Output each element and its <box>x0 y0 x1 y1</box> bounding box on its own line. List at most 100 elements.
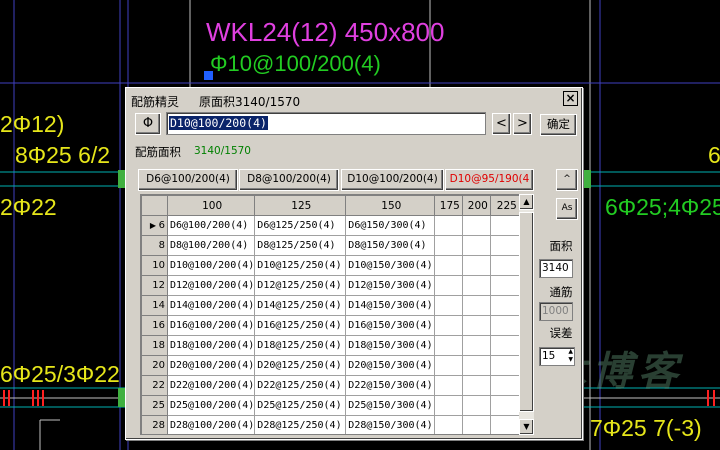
grid-cell[interactable]: D18@150/300(4) <box>345 335 436 356</box>
table-row[interactable]: 25 D25@100/200(4) D25@125/250(4) D25@150/30… <box>141 395 522 416</box>
grid-cell[interactable]: D14@125/250(4) <box>254 295 347 316</box>
grid-vertical-scrollbar[interactable]: ▲ ▼ <box>519 194 534 435</box>
grid-cell[interactable] <box>434 295 464 316</box>
grid-cell[interactable] <box>490 315 522 336</box>
row-header[interactable]: 8 <box>141 235 168 256</box>
grid-cell[interactable] <box>462 255 492 276</box>
grid-cell[interactable] <box>490 275 522 296</box>
grid-cell[interactable]: D8@125/250(4) <box>254 235 347 256</box>
grid-cell[interactable] <box>462 295 492 316</box>
row-header[interactable]: 12 <box>141 275 168 296</box>
grid-cell[interactable]: D16@100/200(4) <box>166 315 256 336</box>
close-button[interactable]: × <box>563 91 578 106</box>
row-header[interactable]: 14 <box>141 295 168 316</box>
grid-cell[interactable]: D8@100/200(4) <box>166 235 256 256</box>
table-row[interactable]: 12 D12@100/200(4) D12@125/250(4) D12@150/30… <box>141 275 522 296</box>
grid-cell[interactable] <box>462 275 492 296</box>
scrollbar-thumb[interactable] <box>519 212 534 412</box>
grid-column-header[interactable]: 100 <box>166 195 256 216</box>
table-row[interactable]: 10 D10@100/200(4) D10@125/250(4) D10@150/30… <box>141 255 522 276</box>
table-row[interactable]: 28 D28@100/200(4) D28@125/250(4) D28@150/30… <box>141 415 522 434</box>
grid-cell[interactable]: D20@100/200(4) <box>166 355 256 376</box>
grid-cell[interactable]: D6@150/300(4) <box>345 215 436 236</box>
grid-cell[interactable] <box>462 355 492 376</box>
grid-cell[interactable] <box>462 235 492 256</box>
grid-column-header[interactable]: 225 <box>490 195 522 216</box>
grid-cell[interactable] <box>490 255 522 276</box>
tolerance-stepper[interactable]: 15 ▲ ▼ <box>539 347 575 366</box>
grid-cell[interactable] <box>434 255 464 276</box>
grid-cell[interactable] <box>434 215 464 236</box>
grid-column-header[interactable]: 150 <box>345 195 436 216</box>
grid-cell[interactable] <box>490 215 522 236</box>
row-header[interactable]: 28 <box>141 415 168 434</box>
grid-cell[interactable] <box>434 415 464 434</box>
grid-cell[interactable] <box>490 235 522 256</box>
grid-cell[interactable]: D22@150/300(4) <box>345 375 436 396</box>
rebar-symbol-button[interactable]: Φ <box>135 113 161 135</box>
grid-cell[interactable]: D25@125/250(4) <box>254 395 347 416</box>
scroll-down-arrow-icon[interactable]: ▼ <box>519 419 534 435</box>
grid-cell[interactable]: D25@150/300(4) <box>345 395 436 416</box>
grid-cell[interactable]: D28@150/300(4) <box>345 415 436 434</box>
grid-cell[interactable]: D10@150/300(4) <box>345 255 436 276</box>
grid-cell[interactable] <box>462 335 492 356</box>
table-row[interactable]: 14 D14@100/200(4) D14@125/250(4) D14@150/30… <box>141 295 522 316</box>
table-row[interactable]: 18 D18@100/200(4) D18@125/250(4) D18@150/30… <box>141 335 522 356</box>
grid-cell[interactable]: D20@150/300(4) <box>345 355 436 376</box>
grid-cell[interactable]: D18@125/250(4) <box>254 335 347 356</box>
tab-d10-alt[interactable]: D10@95/190(4 <box>445 169 534 191</box>
grid-cell[interactable] <box>462 375 492 396</box>
grid-cell[interactable] <box>462 215 492 236</box>
grid-cell[interactable] <box>490 415 522 434</box>
grid-cell[interactable] <box>490 355 522 376</box>
table-row[interactable]: 8 D8@100/200(4) D8@125/250(4) D8@150/300(4) <box>141 235 522 256</box>
area-field[interactable]: 3140 <box>539 259 573 278</box>
table-row[interactable]: 22 D22@100/200(4) D22@125/250(4) D22@150/30… <box>141 375 522 396</box>
grid-column-header[interactable]: 175 <box>434 195 464 216</box>
row-header[interactable]: 18 <box>141 335 168 356</box>
table-row[interactable]: 16 D16@100/200(4) D16@125/250(4) D16@150/30… <box>141 315 522 336</box>
grid-cell[interactable] <box>434 395 464 416</box>
row-header[interactable]: 22 <box>141 375 168 396</box>
grid-cell[interactable]: D12@125/250(4) <box>254 275 347 296</box>
grid-cell[interactable]: D16@150/300(4) <box>345 315 436 336</box>
confirm-button[interactable]: 确定 <box>540 114 577 136</box>
grid-cell[interactable]: D12@150/300(4) <box>345 275 436 296</box>
grid-cell[interactable] <box>462 415 492 434</box>
row-header[interactable]: ▶ 6 <box>141 215 168 236</box>
table-row[interactable]: 20 D20@100/200(4) D20@125/250(4) D20@150/30… <box>141 355 522 376</box>
grid-cell[interactable]: D10@125/250(4) <box>254 255 347 276</box>
grid-cell[interactable] <box>434 335 464 356</box>
grid-cell[interactable] <box>434 275 464 296</box>
row-header[interactable]: 20 <box>141 355 168 376</box>
grid-cell[interactable]: D18@100/200(4) <box>166 335 256 356</box>
next-button[interactable]: > <box>513 113 532 135</box>
grid-cell[interactable]: D28@125/250(4) <box>254 415 347 434</box>
grid-cell[interactable]: D14@150/300(4) <box>345 295 436 316</box>
prev-button[interactable]: < <box>492 113 511 135</box>
grid-cell[interactable] <box>434 315 464 336</box>
grid-cell[interactable]: D14@100/200(4) <box>166 295 256 316</box>
grid-cell[interactable] <box>434 355 464 376</box>
rebar-formula-input[interactable]: D10@100/200(4) <box>166 112 486 135</box>
grid-cell[interactable]: D8@150/300(4) <box>345 235 436 256</box>
stepper-up-icon[interactable]: ▲ <box>568 348 573 355</box>
row-header[interactable]: 25 <box>141 395 168 416</box>
row-header[interactable]: 10 <box>141 255 168 276</box>
tab-d6[interactable]: D6@100/200(4) <box>138 169 238 191</box>
tab-d10[interactable]: D10@100/200(4) <box>341 169 444 191</box>
grid-cell[interactable] <box>434 375 464 396</box>
table-row[interactable]: ▶ 6 D6@100/200(4) D6@125/250(4) D6@150/300(… <box>141 215 522 236</box>
grid-cell[interactable]: D22@100/200(4) <box>166 375 256 396</box>
dialog-titlebar[interactable]: 配筋精灵 原面积3140/1570 × <box>128 90 580 109</box>
as-button[interactable]: As <box>556 198 578 220</box>
grid-cell[interactable]: D10@100/200(4) <box>166 255 256 276</box>
grid-cell[interactable]: D22@125/250(4) <box>254 375 347 396</box>
grid-cell[interactable]: D20@125/250(4) <box>254 355 347 376</box>
grid-column-header[interactable]: 200 <box>462 195 492 216</box>
grid-cell[interactable]: D6@100/200(4) <box>166 215 256 236</box>
grid-cell[interactable] <box>434 235 464 256</box>
scroll-up-button[interactable]: ^ <box>556 169 578 191</box>
stepper-down-icon[interactable]: ▼ <box>568 356 573 363</box>
